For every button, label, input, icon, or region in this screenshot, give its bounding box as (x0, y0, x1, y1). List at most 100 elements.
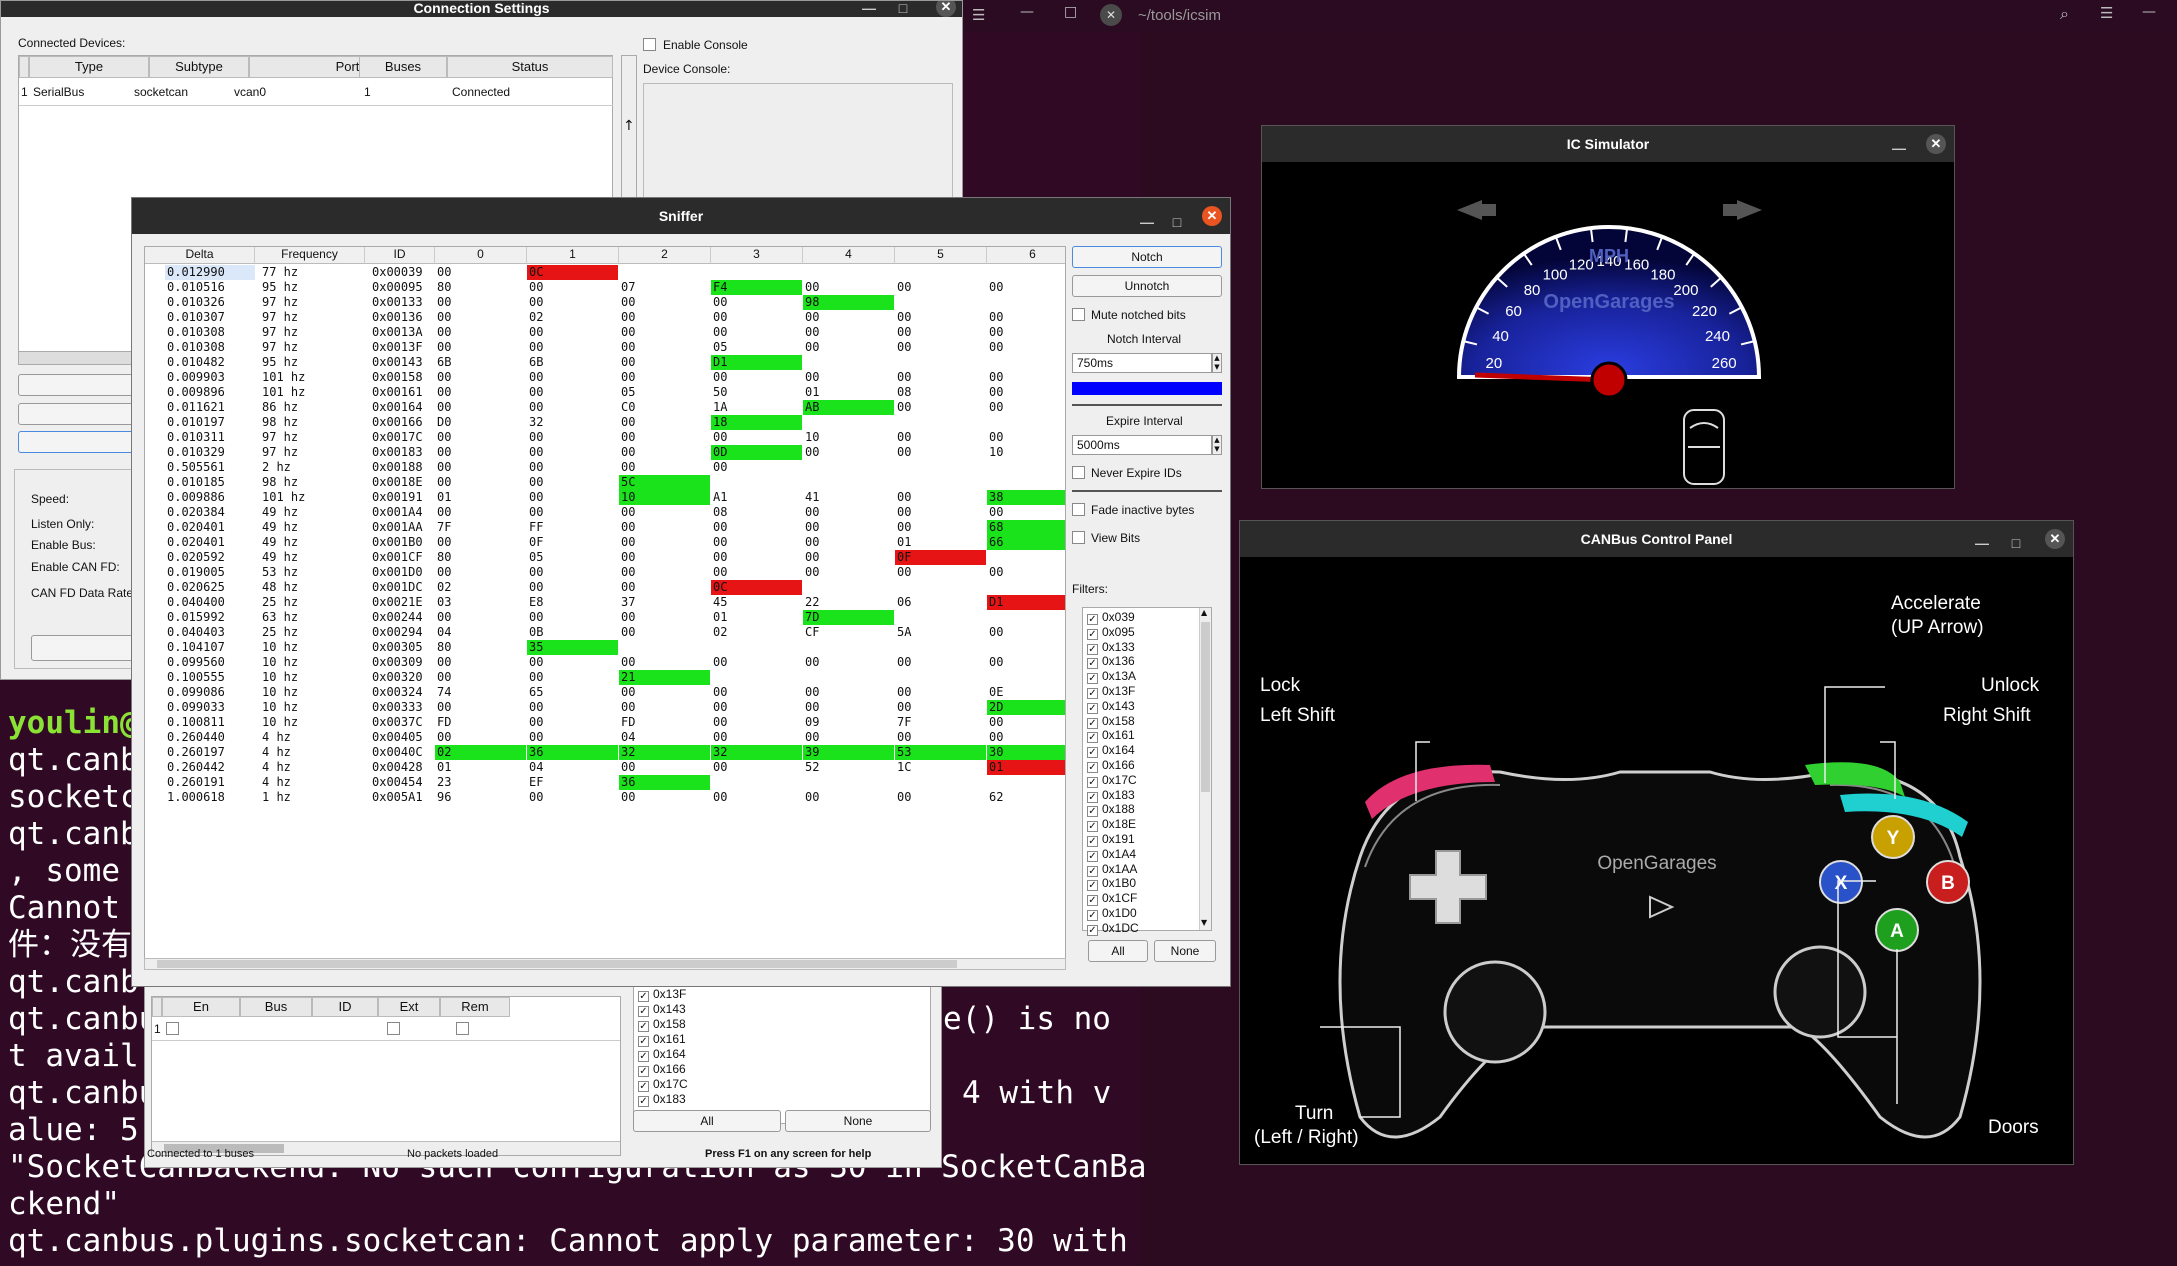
remove-device-button[interactable] (18, 403, 138, 425)
col-header[interactable]: 0 (435, 247, 527, 264)
close-icon[interactable]: ✕ (936, 1, 956, 17)
a-button[interactable]: A (1875, 908, 1919, 952)
col-header[interactable]: 4 (803, 247, 895, 264)
check-icon[interactable]: ✓ (638, 1096, 649, 1107)
scroll-up-icon[interactable]: ▲ (1201, 608, 1207, 617)
filter-item[interactable]: ✓ 0x1DC (1087, 921, 1139, 936)
filters-all-button[interactable]: All (1088, 940, 1148, 962)
check-icon[interactable]: ✓ (1087, 895, 1098, 907)
minimize-icon[interactable]: — (2142, 4, 2156, 20)
minimize-icon[interactable]: — (1020, 4, 1034, 20)
filter-item[interactable]: ✓ 0x13A (1087, 669, 1136, 685)
filter-item[interactable]: ✓ 0x164 (638, 1047, 686, 1062)
col-status[interactable]: Status (447, 56, 613, 78)
check-icon[interactable]: ✓ (1087, 717, 1098, 729)
never-expire-checkbox[interactable] (1072, 466, 1085, 479)
search-icon[interactable]: ⌕ (2060, 4, 2069, 24)
check-icon[interactable]: ✓ (1087, 924, 1098, 936)
check-icon[interactable]: ✓ (1087, 762, 1098, 773)
check-icon[interactable]: ✓ (638, 991, 649, 1002)
filter-item[interactable]: ✓ 0x13F (1087, 684, 1135, 699)
scrollbar-thumb[interactable] (157, 960, 957, 968)
filter-item[interactable]: ✓ 0x158 (638, 1017, 686, 1032)
filter-item[interactable]: ✓ 0x1D0 (1087, 906, 1137, 921)
filter-item[interactable]: ✓ 0x136 (1087, 654, 1135, 670)
unnotch-button[interactable]: Unnotch (1072, 275, 1222, 297)
vertical-scrollbar[interactable]: ▲ ▼ (1199, 608, 1211, 930)
filter-item[interactable]: ✓ 0x166 (638, 1062, 686, 1077)
scrollbar-thumb[interactable] (1201, 622, 1210, 792)
check-icon[interactable]: ✓ (1087, 688, 1098, 699)
apply-button[interactable] (31, 635, 135, 661)
check-icon[interactable]: ✓ (1087, 910, 1098, 921)
x-button[interactable]: X (1819, 860, 1863, 904)
close-icon[interactable]: ✕ (2045, 529, 2065, 549)
check-icon[interactable]: ✓ (638, 1081, 649, 1092)
ext-checkbox[interactable] (387, 1022, 400, 1035)
ok-button[interactable] (18, 431, 138, 453)
minimize-icon[interactable]: — (858, 1, 880, 15)
col-header[interactable]: 3 (711, 247, 803, 264)
b-button[interactable]: B (1926, 860, 1970, 904)
check-icon[interactable]: ✓ (638, 1066, 649, 1077)
menu-icon[interactable]: ☰ (972, 6, 985, 24)
filter-item[interactable]: ✓ 0x18E (1087, 817, 1136, 833)
maximize-icon[interactable]: □ (1166, 204, 1188, 240)
col-en[interactable]: En (162, 997, 240, 1017)
check-icon[interactable]: ✓ (1087, 673, 1098, 685)
check-icon[interactable]: ✓ (1087, 865, 1098, 877)
table-row[interactable]: 1 (152, 1017, 620, 1041)
col-header[interactable]: Delta (145, 247, 255, 264)
left-joystick[interactable] (1443, 960, 1547, 1064)
filter-item[interactable]: ✓ 0x161 (1087, 728, 1135, 744)
close-icon[interactable]: ✕ (1202, 206, 1222, 226)
spinner-arrows-icon[interactable]: ▲ ▼ (1212, 353, 1222, 373)
check-icon[interactable]: ✓ (1087, 791, 1098, 803)
view-bits-checkbox[interactable] (1072, 531, 1085, 544)
col-type[interactable]: Type (29, 56, 149, 78)
col-header[interactable]: 2 (619, 247, 711, 264)
check-icon[interactable]: ✓ (1087, 702, 1098, 714)
filter-item[interactable]: ✓ 0x143 (638, 1002, 686, 1017)
y-button[interactable]: Y (1871, 815, 1915, 859)
check-icon[interactable]: ✓ (1087, 732, 1098, 744)
spinner-arrows-icon[interactable]: ▲ ▼ (1212, 435, 1222, 455)
check-icon[interactable]: ✓ (1087, 658, 1098, 670)
col-buses[interactable]: Buses (359, 56, 447, 78)
check-icon[interactable]: ✓ (638, 1006, 649, 1017)
filter-item[interactable]: ✓ 0x188 (1087, 802, 1135, 818)
col-header[interactable]: 5 (895, 247, 987, 264)
rem-checkbox[interactable] (456, 1022, 469, 1035)
close-icon[interactable]: ✕ (1926, 134, 1946, 154)
filter-item[interactable]: ✓ 0x133 (1087, 640, 1135, 655)
filter-item[interactable]: ✓ 0x17C (638, 1077, 688, 1092)
col-subtype[interactable]: Subtype (149, 56, 249, 78)
filter-item[interactable]: ✓ 0x13F (638, 987, 686, 1002)
check-icon[interactable]: ✓ (1087, 747, 1098, 759)
filter-item[interactable]: ✓ 0x17C (1087, 773, 1137, 788)
notch-interval-input[interactable]: 750ms (1072, 353, 1212, 373)
expire-interval-input[interactable]: 5000ms (1072, 435, 1212, 455)
check-icon[interactable]: ✓ (1087, 614, 1098, 625)
maximize-icon[interactable]: □ (1064, 4, 1077, 20)
col-id[interactable]: ID (312, 997, 378, 1017)
filter-item[interactable]: ✓ 0x166 (1087, 758, 1135, 773)
enable-console-checkbox[interactable] (643, 38, 656, 51)
filter-item[interactable]: ✓ 0x161 (638, 1032, 686, 1047)
check-icon[interactable]: ✓ (1087, 628, 1098, 640)
right-joystick[interactable] (1773, 945, 1867, 1039)
minimize-icon[interactable]: — (1888, 130, 1910, 166)
col-bus[interactable]: Bus (240, 997, 312, 1017)
mute-notched-checkbox[interactable] (1072, 308, 1085, 321)
en-checkbox[interactable] (166, 1022, 179, 1035)
filter-item[interactable]: ✓ 0x158 (1087, 714, 1135, 729)
check-icon[interactable]: ✓ (1087, 836, 1098, 847)
filter-item[interactable]: ✓ 0x1CF (1087, 891, 1137, 907)
check-icon[interactable]: ✓ (638, 1051, 649, 1062)
horizontal-scrollbar[interactable] (144, 958, 1066, 970)
filter-item[interactable]: ✓ 0x164 (1087, 743, 1135, 759)
check-icon[interactable]: ✓ (1087, 806, 1098, 818)
check-icon[interactable]: ✓ (1087, 821, 1098, 833)
table-row[interactable]: 1 SerialBus socketcan vcan0 1 Connected (19, 78, 613, 106)
check-icon[interactable]: ✓ (638, 1021, 649, 1032)
